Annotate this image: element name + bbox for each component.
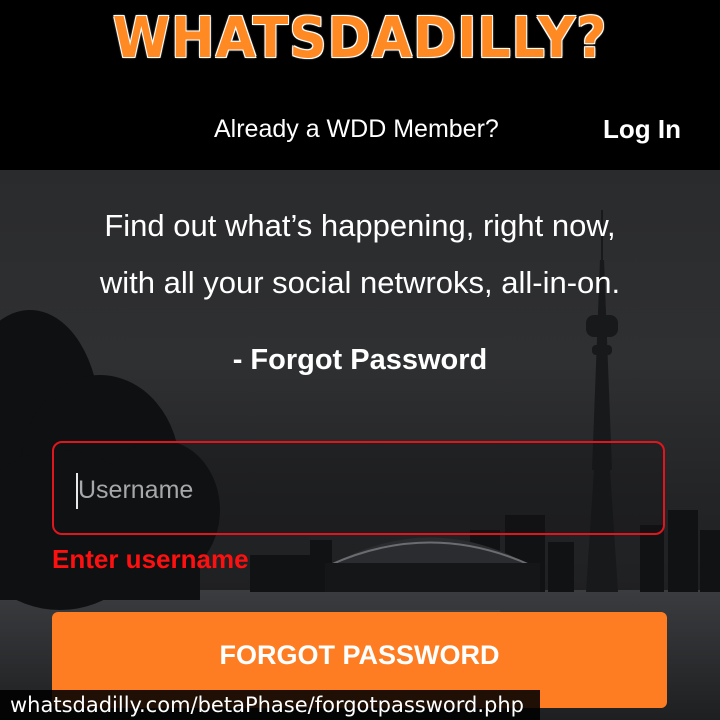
tagline-line-1: Find out what’s happening, right now, — [104, 208, 616, 243]
username-input[interactable] — [76, 467, 640, 513]
member-prompt: Already a WDD Member? — [214, 115, 499, 143]
login-link[interactable]: Log In — [603, 112, 681, 146]
site-logo[interactable]: WHATSDADILLY? — [25, 4, 695, 74]
text-cursor — [76, 473, 78, 509]
site-header: WHATSDADILLY? Already a WDD Member? Log … — [0, 0, 720, 170]
tagline-line-2: with all your social netwroks, all-in-on… — [99, 265, 621, 300]
url-address: whatsdadilly.com/betaPhase/forgotpasswor… — [0, 690, 540, 720]
username-field-wrapper — [52, 441, 665, 535]
page-subtitle: - Forgot Password — [232, 344, 488, 376]
username-error-message: Enter username — [52, 544, 249, 574]
